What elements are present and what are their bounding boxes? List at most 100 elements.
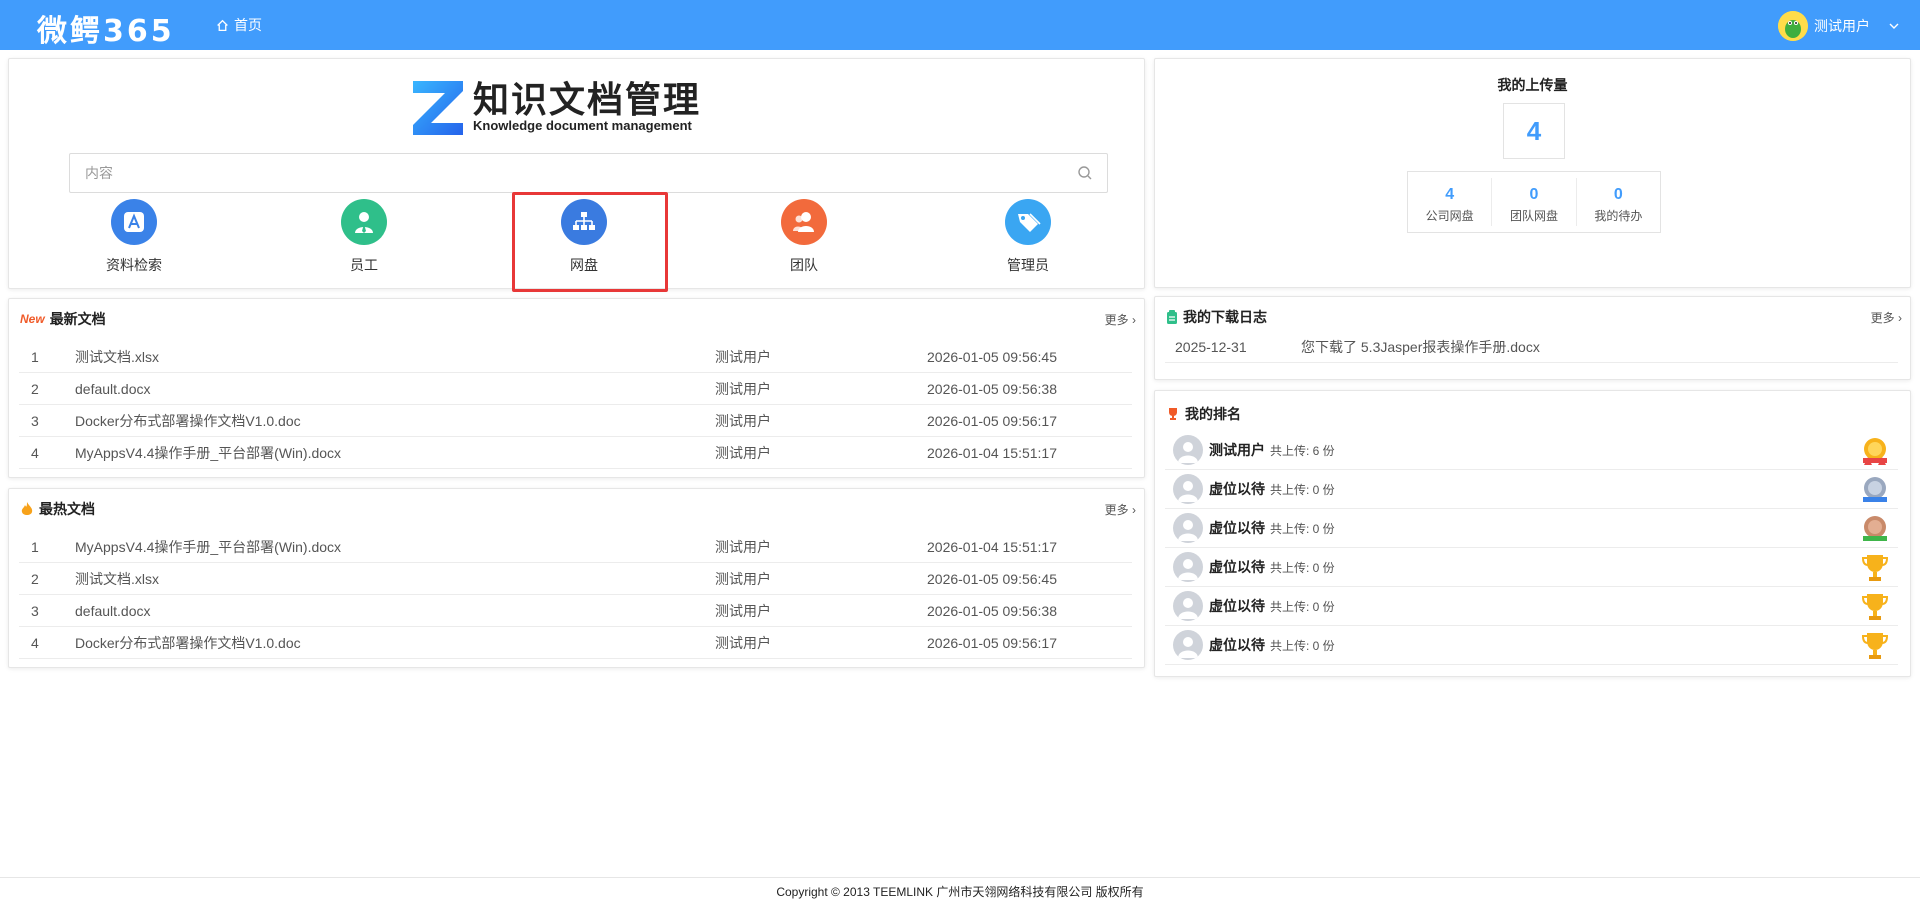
nav-home-label: 首页: [234, 17, 262, 33]
avatar: [1173, 435, 1203, 465]
rank-upload-count: 共上传: 0 份: [1270, 638, 1335, 653]
table-row[interactable]: 1 测试文档.xlsx 测试用户 2026-01-05 09:56:45: [19, 341, 1132, 373]
doc-link[interactable]: 测试文档.xlsx: [75, 569, 715, 589]
list-item: 虚位以待 共上传: 0 份: [1165, 587, 1898, 626]
doc-link[interactable]: Docker分布式部署操作文档V1.0.doc: [75, 633, 715, 653]
brand-subtitle: Knowledge document management: [473, 118, 692, 133]
doc-link[interactable]: default.docx: [75, 603, 715, 619]
ranking-title: 我的排名: [1185, 406, 1241, 422]
list-item: 虚位以待 共上传: 0 份: [1165, 548, 1898, 587]
copyright-text: Copyright © 2013 TEEMLINK 广州市天翎网络科技有限公司 …: [776, 885, 1144, 899]
doc-link[interactable]: MyAppsV4.4操作手册_平台部署(Win).docx: [75, 443, 715, 463]
upload-stats: 4 公司网盘 0 团队网盘 0 我的待办: [1407, 171, 1661, 233]
table-row[interactable]: 3 default.docx 测试用户 2026-01-05 09:56:38: [19, 595, 1132, 627]
latest-docs-title: 最新文档: [49, 311, 106, 327]
table-row[interactable]: 1 MyAppsV4.4操作手册_平台部署(Win).docx 测试用户 2026-0…: [19, 531, 1132, 563]
nav-home-link[interactable]: 首页: [216, 15, 262, 35]
rank-upload-count: 共上传: 0 份: [1270, 521, 1335, 536]
list-item: 测试用户 共上传: 6 份: [1165, 431, 1898, 470]
stat-team-disk[interactable]: 0 团队网盘: [1492, 178, 1577, 226]
table-row[interactable]: 4 Docker分布式部署操作文档V1.0.doc 测试用户 2026-01-05 0…: [19, 627, 1132, 659]
table-row[interactable]: 3 Docker分布式部署操作文档V1.0.doc 测试用户 2026-01-05 0…: [19, 405, 1132, 437]
chevron-down-icon: [1889, 23, 1899, 29]
doc-link[interactable]: 测试文档.xlsx: [75, 347, 715, 367]
rank-user-name: 虚位以待: [1209, 481, 1265, 497]
doc-link[interactable]: Docker分布式部署操作文档V1.0.doc: [75, 411, 715, 431]
quick-link-employee[interactable]: 员工: [309, 199, 419, 275]
page-footer: Copyright © 2013 TEEMLINK 广州市天翎网络科技有限公司 …: [0, 877, 1920, 910]
brand-z-icon: [413, 81, 463, 135]
latest-docs-table: 1 测试文档.xlsx 测试用户 2026-01-05 09:56:45 2 defau…: [19, 341, 1132, 469]
rank-user-name: 虚位以待: [1209, 637, 1265, 653]
rank-upload-count: 共上传: 0 份: [1270, 599, 1335, 614]
table-row[interactable]: 4 MyAppsV4.4操作手册_平台部署(Win).docx 测试用户 2026-0…: [19, 437, 1132, 469]
upload-total: 4: [1503, 103, 1565, 159]
quick-link-search[interactable]: 资料检索: [79, 199, 189, 275]
rank-upload-count: 共上传: 0 份: [1270, 482, 1335, 497]
search-box: [69, 153, 1108, 193]
search-input[interactable]: [70, 154, 1070, 192]
quick-link-label: 员工: [350, 257, 378, 273]
hot-docs-title: 最热文档: [39, 501, 95, 517]
log-text: 您下载了 5.3Jasper报表操作手册.docx: [1301, 338, 1540, 355]
network-disk-icon: [561, 199, 607, 245]
quick-link-label: 资料检索: [106, 257, 162, 273]
quick-link-admin[interactable]: 管理员: [973, 199, 1083, 275]
trophy-icon: [1861, 633, 1889, 659]
quick-link-label: 网盘: [570, 257, 598, 273]
rank-user-name: 虚位以待: [1209, 520, 1265, 536]
brand-logo: 知识文档管理 Knowledge document management: [409, 77, 701, 137]
list-item: 虚位以待 共上传: 0 份: [1165, 626, 1898, 665]
clipboard-icon: [1167, 310, 1177, 324]
avatar: [1173, 513, 1203, 543]
search-icon[interactable]: [1077, 165, 1093, 181]
avatar: [1173, 552, 1203, 582]
quick-link-network-disk[interactable]: 网盘: [529, 199, 639, 275]
stat-my-todo[interactable]: 0 我的待办: [1577, 178, 1660, 226]
stat-company-disk[interactable]: 4 公司网盘: [1408, 178, 1493, 226]
team-icon: [781, 199, 827, 245]
hot-docs-table: 1 MyAppsV4.4操作手册_平台部署(Win).docx 测试用户 2026-0…: [19, 531, 1132, 659]
trophy-icon: [1861, 594, 1889, 620]
top-navbar: 微鳄365 首页 测试用户: [0, 0, 1920, 50]
list-item[interactable]: 2025-12-31 您下载了 5.3Jasper报表操作手册.docx: [1165, 331, 1898, 363]
fire-icon: [21, 502, 33, 515]
rank-user-name: 虚位以待: [1209, 559, 1265, 575]
hot-docs-header: 最热文档: [20, 499, 95, 519]
user-name: 测试用户: [1814, 18, 1870, 34]
doc-link[interactable]: default.docx: [75, 381, 715, 397]
avatar: [1173, 591, 1203, 621]
hot-docs-more-link[interactable]: 更多 ›: [1105, 501, 1136, 518]
download-log-more-link[interactable]: 更多 ›: [1871, 309, 1902, 326]
rank-user-name: 测试用户: [1209, 442, 1265, 458]
rank-upload-count: 共上传: 6 份: [1270, 443, 1335, 458]
ranking-list: 测试用户 共上传: 6 份 虚位以待 共上传: 0 份 虚位以待 共上传: 0 …: [1165, 431, 1898, 665]
doc-link[interactable]: MyAppsV4.4操作手册_平台部署(Win).docx: [75, 537, 715, 557]
upload-panel: 我的上传量 4 4 公司网盘 0 团队网盘 0 我的待办: [1154, 58, 1911, 288]
download-log-header: 我的下载日志: [1166, 307, 1267, 327]
silver-medal-icon: [1863, 477, 1887, 502]
user-avatar: [1778, 11, 1808, 41]
rank-user-name: 虚位以待: [1209, 598, 1265, 614]
employee-icon: [341, 199, 387, 245]
table-row[interactable]: 2 测试文档.xlsx 测试用户 2026-01-05 09:56:45: [19, 563, 1132, 595]
user-menu[interactable]: 测试用户: [1778, 11, 1900, 41]
quick-link-team[interactable]: 团队: [749, 199, 859, 275]
admin-tag-icon: [1005, 199, 1051, 245]
table-row[interactable]: 2 default.docx 测试用户 2026-01-05 09:56:38: [19, 373, 1132, 405]
avatar: [1173, 474, 1203, 504]
brand-title: 知识文档管理: [473, 79, 702, 120]
trophy-icon: [1861, 555, 1889, 581]
rank-upload-count: 共上传: 0 份: [1270, 560, 1335, 575]
new-badge-icon: New: [20, 312, 45, 326]
hot-docs-panel: 最热文档 更多 › 1 MyAppsV4.4操作手册_平台部署(Win).docx…: [8, 488, 1145, 668]
app-logo[interactable]: 微鳄365: [37, 6, 175, 50]
bronze-medal-icon: [1863, 516, 1887, 541]
list-item: 虚位以待 共上传: 0 份: [1165, 470, 1898, 509]
latest-docs-more-link[interactable]: 更多 ›: [1105, 311, 1136, 328]
ranking-panel: 我的排名 测试用户 共上传: 6 份 虚位以待 共上传: 0 份 虚位以待 共上…: [1154, 390, 1911, 677]
search-panel: 知识文档管理 Knowledge document management 资料检…: [8, 58, 1145, 292]
gold-medal-icon: [1863, 438, 1887, 465]
list-item: 虚位以待 共上传: 0 份: [1165, 509, 1898, 548]
app-store-icon: [111, 199, 157, 245]
